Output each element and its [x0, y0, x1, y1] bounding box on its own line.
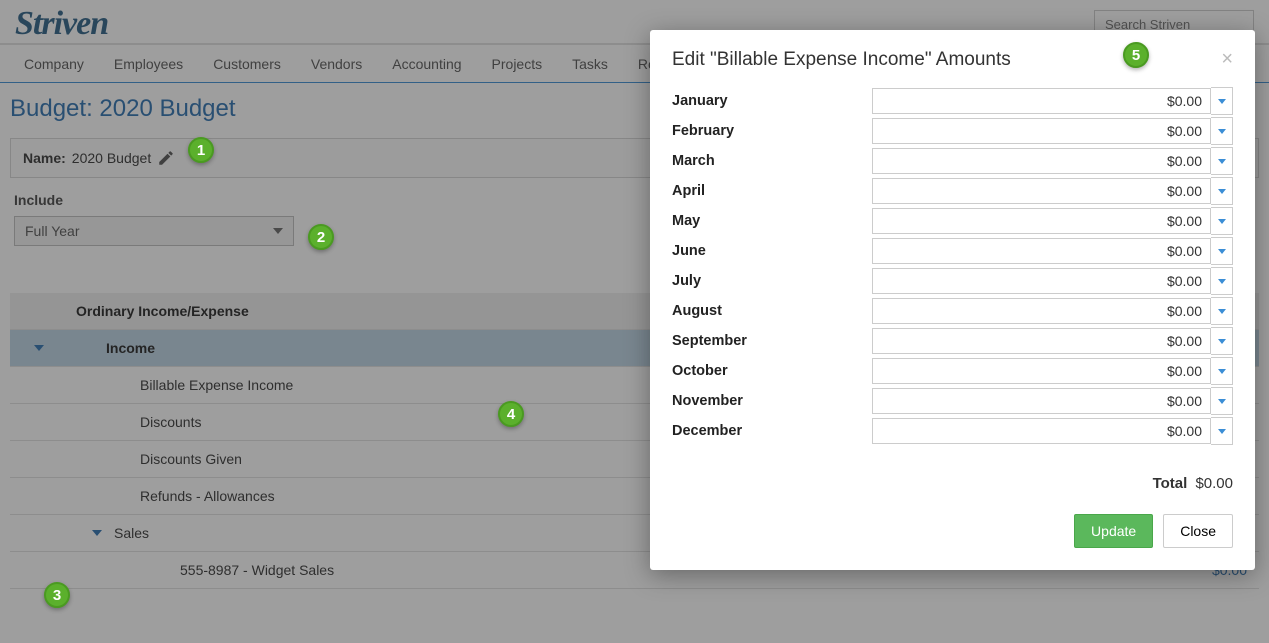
month-amount-input[interactable] — [872, 178, 1211, 204]
amount-dropdown-button[interactable] — [1211, 297, 1233, 325]
callout-3: 3 — [44, 582, 70, 608]
chevron-down-icon — [1218, 399, 1226, 404]
chevron-down-icon — [1218, 279, 1226, 284]
edit-amounts-modal: Edit "Billable Expense Income" Amounts ×… — [650, 30, 1255, 570]
nav-projects[interactable]: Projects — [492, 56, 543, 72]
amount-dropdown-button[interactable] — [1211, 237, 1233, 265]
chevron-down-icon — [1218, 309, 1226, 314]
total-value: $0.00 — [1195, 475, 1233, 492]
close-button[interactable]: Close — [1163, 514, 1233, 548]
name-label: Name: — [23, 150, 66, 166]
callout-2: 2 — [308, 224, 334, 250]
name-value: 2020 Budget — [72, 150, 151, 166]
chevron-down-icon — [1218, 369, 1226, 374]
callout-5: 5 — [1123, 42, 1149, 68]
chevron-down-icon — [1218, 99, 1226, 104]
month-amount-input[interactable] — [872, 88, 1211, 114]
total-label: Total — [1153, 475, 1188, 492]
page-title: Budget: 2020 Budget — [10, 95, 236, 122]
chevron-down-icon — [1218, 219, 1226, 224]
month-label: December — [672, 423, 872, 439]
amount-dropdown-button[interactable] — [1211, 357, 1233, 385]
month-amount-input[interactable] — [872, 268, 1211, 294]
month-amount-input[interactable] — [872, 148, 1211, 174]
modal-title: Edit "Billable Expense Income" Amounts — [672, 49, 1011, 71]
month-label: May — [672, 213, 872, 229]
amount-dropdown-button[interactable] — [1211, 147, 1233, 175]
nav-accounting[interactable]: Accounting — [392, 56, 461, 72]
amount-dropdown-button[interactable] — [1211, 267, 1233, 295]
amount-dropdown-button[interactable] — [1211, 207, 1233, 235]
month-amount-input[interactable] — [872, 328, 1211, 354]
month-amount-input[interactable] — [872, 388, 1211, 414]
month-label: April — [672, 183, 872, 199]
month-label: June — [672, 243, 872, 259]
chevron-down-icon — [1218, 249, 1226, 254]
month-label: October — [672, 363, 872, 379]
chevron-down-icon — [1218, 159, 1226, 164]
amount-dropdown-button[interactable] — [1211, 387, 1233, 415]
nav-employees[interactable]: Employees — [114, 56, 183, 72]
chevron-down-icon — [1218, 339, 1226, 344]
month-label: February — [672, 123, 872, 139]
expand-income-icon[interactable] — [34, 345, 44, 351]
edit-icon[interactable] — [157, 149, 175, 167]
month-label: September — [672, 333, 872, 349]
month-amount-input[interactable] — [872, 118, 1211, 144]
chevron-down-icon — [1218, 189, 1226, 194]
close-icon[interactable]: × — [1221, 48, 1233, 71]
callout-1: 1 — [188, 137, 214, 163]
amount-dropdown-button[interactable] — [1211, 327, 1233, 355]
month-label: July — [672, 273, 872, 289]
callout-4: 4 — [498, 401, 524, 427]
month-label: March — [672, 153, 872, 169]
nav-tasks[interactable]: Tasks — [572, 56, 608, 72]
amount-dropdown-button[interactable] — [1211, 117, 1233, 145]
include-select[interactable]: Full Year — [14, 216, 294, 246]
chevron-down-icon — [273, 228, 283, 234]
nav-vendors[interactable]: Vendors — [311, 56, 362, 72]
chevron-down-icon — [1218, 429, 1226, 434]
logo: Striven — [15, 5, 108, 43]
month-label: January — [672, 93, 872, 109]
expand-sales-icon[interactable] — [92, 530, 102, 536]
month-amount-input[interactable] — [872, 358, 1211, 384]
month-label: November — [672, 393, 872, 409]
amount-dropdown-button[interactable] — [1211, 177, 1233, 205]
chevron-down-icon — [1218, 129, 1226, 134]
nav-company[interactable]: Company — [24, 56, 84, 72]
amount-dropdown-button[interactable] — [1211, 87, 1233, 115]
month-amount-input[interactable] — [872, 208, 1211, 234]
month-label: August — [672, 303, 872, 319]
amount-dropdown-button[interactable] — [1211, 417, 1233, 445]
update-button[interactable]: Update — [1074, 514, 1153, 548]
include-value: Full Year — [25, 223, 79, 239]
month-amount-input[interactable] — [872, 298, 1211, 324]
month-amount-input[interactable] — [872, 418, 1211, 444]
nav-customers[interactable]: Customers — [213, 56, 281, 72]
month-amount-input[interactable] — [872, 238, 1211, 264]
